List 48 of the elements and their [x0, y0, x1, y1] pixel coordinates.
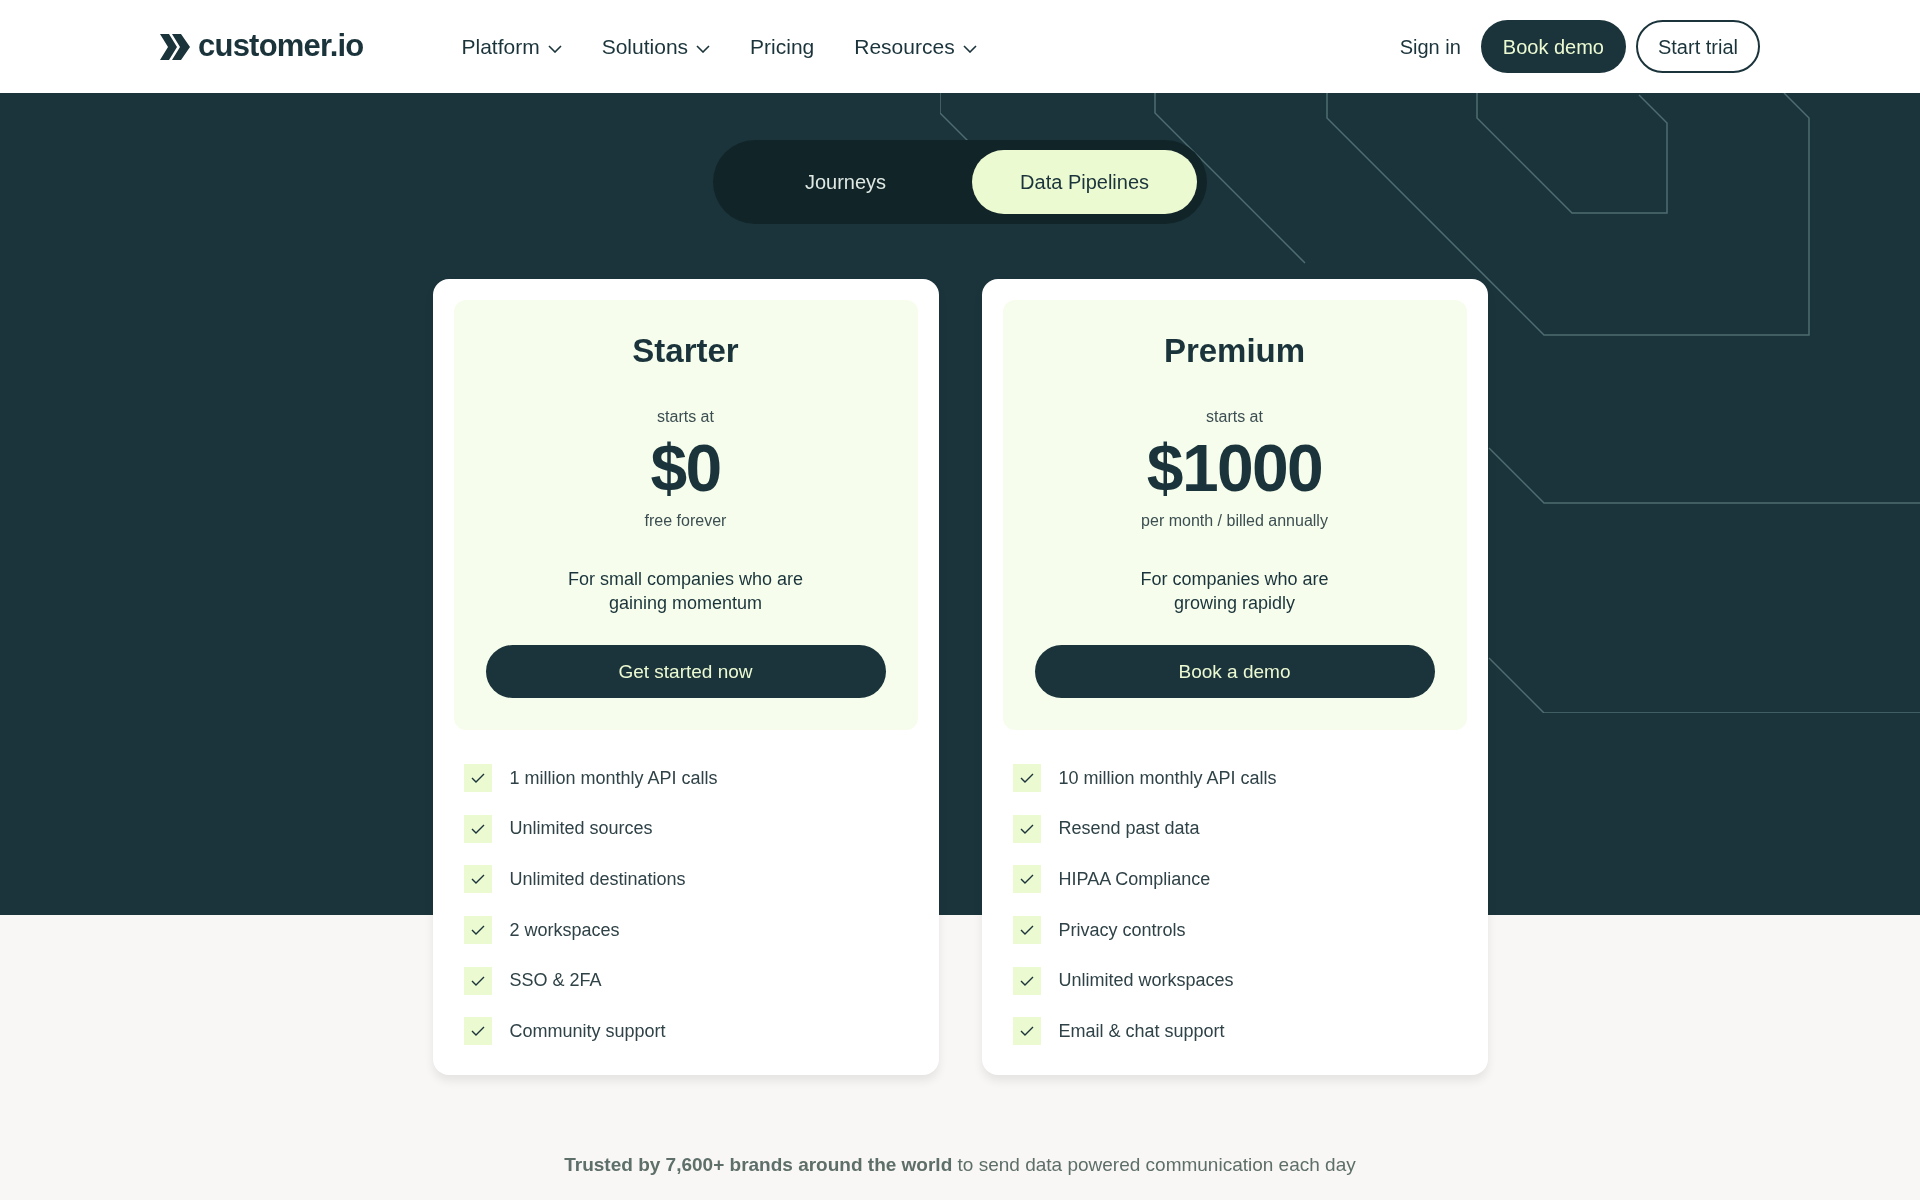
feature-text: Email & chat support [1058, 1019, 1225, 1043]
check-icon [1012, 916, 1041, 945]
nav-link[interactable]: Pricing [750, 30, 815, 63]
plan-description: For small companies who are gaining momentum [566, 568, 805, 616]
plan-description: For companies who are growing rapidly [1139, 568, 1330, 616]
feature-text: Privacy controls [1058, 918, 1186, 942]
nav-link[interactable]: Resources [854, 30, 977, 63]
plan-price: $0 [650, 435, 721, 502]
feature-text: 10 million monthly API calls [1058, 766, 1277, 790]
book-a-demo-button[interactable]: Book a demo [1034, 645, 1435, 699]
starts-at-label: starts at [1206, 407, 1263, 428]
check-icon [1012, 865, 1041, 894]
feature-text: 1 million monthly API calls [509, 766, 718, 790]
feature-text: Community support [509, 1019, 666, 1043]
logo-wordmark[interactable]: customer.io [198, 23, 364, 70]
feature-text: HIPAA Compliance [1058, 867, 1211, 891]
start-trial-button[interactable]: Start trial [1635, 20, 1760, 73]
feature-text: 2 workspaces [509, 918, 620, 942]
feature-text: SSO & 2FA [509, 969, 602, 993]
feature-text: Unlimited sources [509, 817, 653, 841]
book-demo-button[interactable]: Book demo [1480, 20, 1626, 73]
check-icon [1012, 1017, 1041, 1046]
check-icon [463, 1017, 492, 1046]
check-icon [1012, 814, 1041, 843]
feature-text: Resend past data [1058, 817, 1200, 841]
feature-text: Unlimited workspaces [1058, 969, 1234, 993]
check-icon [463, 814, 492, 843]
nav-link[interactable]: Solutions [601, 30, 711, 63]
check-icon [463, 865, 492, 894]
price-period: free forever [644, 511, 727, 532]
trust-statement: Trusted by 7,600+ brands around the world to send data powered communication each day [564, 1152, 1356, 1177]
plan-name: Starter [632, 331, 739, 371]
plan-price: $1000 [1146, 435, 1323, 502]
starts-at-label: starts at [657, 407, 714, 428]
product-tab[interactable]: Journeys [722, 150, 969, 214]
check-icon [1012, 764, 1041, 793]
check-icon [463, 966, 492, 995]
price-period: per month / billed annually [1141, 511, 1328, 532]
check-icon [463, 764, 492, 793]
logo-icon [160, 31, 190, 62]
product-tab[interactable]: Data Pipelines [972, 150, 1198, 214]
get-started-button[interactable]: Get started now [485, 645, 886, 699]
plan-name: Premium [1163, 331, 1306, 371]
check-icon [1012, 966, 1041, 995]
feature-text: Unlimited destinations [509, 867, 686, 891]
nav-link[interactable]: Platform [461, 30, 562, 63]
check-icon [463, 916, 492, 945]
sign-in-link[interactable]: Sign in [1399, 31, 1461, 62]
